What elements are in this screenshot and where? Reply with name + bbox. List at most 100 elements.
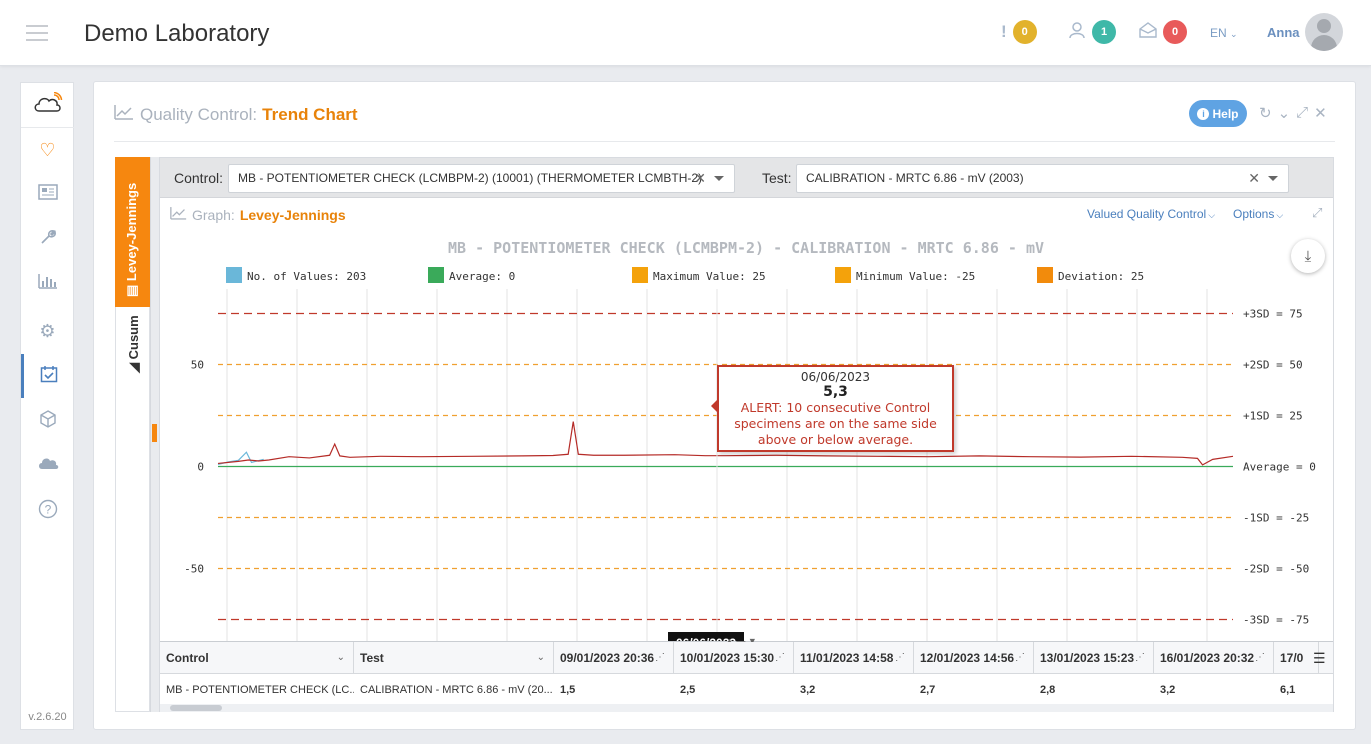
- heart-icon: ♡: [39, 139, 56, 160]
- table-cell: 3,2: [1160, 684, 1176, 696]
- column-header[interactable]: 09/01/2023 20:36 ⋰: [554, 642, 674, 674]
- table-cell: 2,8: [1040, 684, 1056, 696]
- sort-icon[interactable]: ⋰: [895, 642, 905, 674]
- chevron-down-icon: ⌵: [1208, 210, 1216, 220]
- column-header[interactable]: 13/01/2023 15:23 ⋰: [1034, 642, 1154, 674]
- column-header[interactable]: 16/01/2023 20:32 ⋰: [1154, 642, 1274, 674]
- table-cell: 1,5: [560, 684, 576, 696]
- panel-title-prefix: Quality Control:: [140, 104, 258, 124]
- column-header[interactable]: Control ⌄: [160, 642, 354, 674]
- control-select[interactable]: MB - POTENTIOMETER CHECK (LCMBPM-2) (100…: [228, 164, 735, 193]
- column-header[interactable]: Test ⌄: [354, 642, 554, 674]
- reference-label: +1SD = 25: [1243, 409, 1303, 422]
- cube-icon: [39, 409, 57, 433]
- language-selector[interactable]: EN ⌄: [1210, 26, 1238, 40]
- sort-icon[interactable]: ⋰: [1255, 642, 1265, 674]
- table-row[interactable]: MB - POTENTIOMETER CHECK (LC... CALIBRATI…: [160, 675, 1333, 705]
- fullscreen-icon[interactable]: ⤢: [1312, 205, 1322, 221]
- test-select-value: CALIBRATION - MRTC 6.86 - mV (2003): [806, 171, 1024, 185]
- graph-bar: Graph: Levey-Jennings Valued Quality Con…: [160, 199, 1333, 229]
- tooltip-alert: ALERT: 10 consecutive Control specimens …: [734, 400, 937, 447]
- valued-qc-label: Valued Quality Control: [1087, 207, 1207, 221]
- table-cell: 6,1: [1280, 684, 1296, 696]
- options-dropdown[interactable]: Options ⌵: [1233, 207, 1283, 221]
- reference-label: -2SD = -50: [1243, 563, 1309, 576]
- sidebar-item-tools[interactable]: [21, 217, 74, 261]
- grid-menu-icon[interactable]: ☰: [1313, 650, 1326, 667]
- chevron-down-icon: ⌵: [1276, 210, 1284, 220]
- legend-swatch: [428, 267, 444, 283]
- panel-tools: ↻ ⌄ ⤢ ✕: [1259, 104, 1327, 122]
- graph-title: Graph: Levey-Jennings: [170, 206, 346, 223]
- info-icon: i: [1197, 107, 1210, 120]
- chart-icon: ▤: [124, 284, 139, 297]
- tab-levey-jennings[interactable]: ▤ Levey-Jennings: [115, 157, 150, 307]
- test-select[interactable]: CALIBRATION - MRTC 6.86 - mV (2003) ✕: [796, 164, 1289, 193]
- column-header[interactable]: 12/01/2023 14:56 ⋰: [914, 642, 1034, 674]
- caret-down-icon[interactable]: [1268, 176, 1278, 181]
- y-tick-label: 50: [191, 358, 204, 371]
- clear-icon[interactable]: ✕: [694, 165, 706, 192]
- line-chart-icon: [114, 104, 134, 125]
- caret-down-icon[interactable]: [714, 176, 724, 181]
- sidebar-item-help[interactable]: ?: [21, 489, 74, 533]
- sidebar-item-settings[interactable]: ⚙: [21, 309, 74, 353]
- chart-title: MB - POTENTIOMETER CHECK (LCMBPM-2) - CA…: [448, 239, 1044, 257]
- table-cell: 2,5: [680, 684, 696, 696]
- cloud-rss-icon: [33, 91, 63, 119]
- help-label: Help: [1212, 106, 1239, 121]
- sort-icon[interactable]: ⋰: [775, 642, 785, 674]
- reference-label: Average = 0: [1243, 461, 1316, 474]
- sidebar-item-favorites[interactable]: ♡: [21, 128, 74, 172]
- graph-title-main: Levey-Jennings: [239, 206, 346, 223]
- table-cell: 3,2: [800, 684, 816, 696]
- sidebar-item-cloud[interactable]: [21, 443, 74, 487]
- column-header[interactable]: 10/01/2023 15:30 ⋰: [674, 642, 794, 674]
- exclamation-icon: !: [1001, 22, 1007, 41]
- chevron-down-icon[interactable]: ⌄: [537, 642, 545, 674]
- left-sidebar: ♡ ⚙ ? v.2.6.20: [20, 82, 74, 730]
- bar-chart-icon: [37, 273, 58, 294]
- sidebar-item-inventory[interactable]: [21, 399, 74, 443]
- sort-icon[interactable]: ⋰: [1135, 642, 1145, 674]
- reference-label: -3SD = -75: [1243, 614, 1309, 627]
- user-icon: [1068, 21, 1086, 44]
- avatar[interactable]: [1305, 13, 1343, 51]
- clear-icon[interactable]: ✕: [1248, 165, 1260, 192]
- chevron-down-icon[interactable]: ⌄: [1278, 104, 1291, 122]
- user-name[interactable]: Anna: [1267, 25, 1300, 40]
- sidebar-item-home[interactable]: [21, 83, 74, 128]
- legend-label: No. of Values: 203: [247, 270, 366, 283]
- legend-label: Maximum Value: 25: [653, 270, 766, 283]
- messages-button[interactable]: 0: [1139, 20, 1187, 44]
- alerts-button[interactable]: ! 0: [1001, 20, 1037, 44]
- valued-qc-dropdown[interactable]: Valued Quality Control ⌵: [1087, 207, 1215, 221]
- column-header[interactable]: 11/01/2023 14:58 ⋰: [794, 642, 914, 674]
- sidebar-item-news[interactable]: [21, 172, 74, 216]
- grid-header: Control ⌄ Test ⌄ 09/01/2023 20:36 ⋰ 10/01/2023…: [160, 642, 1333, 674]
- panel-splitter[interactable]: [150, 157, 159, 712]
- sort-icon[interactable]: ⋰: [655, 642, 665, 674]
- expand-icon[interactable]: ⤢: [1296, 104, 1308, 122]
- users-button[interactable]: 1: [1068, 20, 1116, 44]
- tab-cusum-label: ◢ Cusum: [126, 315, 141, 373]
- chevron-down-icon: ⌄: [1230, 29, 1238, 39]
- close-icon[interactable]: ✕: [1314, 104, 1327, 122]
- sort-icon[interactable]: ⋰: [1015, 642, 1025, 674]
- horizontal-scrollbar[interactable]: [160, 704, 1333, 712]
- sidebar-item-quality-control[interactable]: [21, 354, 74, 398]
- refresh-icon[interactable]: ↻: [1259, 104, 1272, 122]
- chevron-down-icon[interactable]: ⌄: [337, 642, 345, 674]
- hamburger-menu-icon[interactable]: [26, 25, 48, 41]
- gear-icon: ⚙: [39, 320, 56, 341]
- help-button[interactable]: i Help: [1189, 100, 1247, 127]
- tab-cusum[interactable]: ◢ Cusum: [115, 307, 150, 712]
- sidebar-item-statistics[interactable]: [21, 261, 74, 305]
- reference-label: -1SD = -25: [1243, 512, 1309, 525]
- reference-label: +3SD = 75: [1243, 307, 1303, 320]
- options-label: Options: [1233, 207, 1275, 221]
- test-label: Test:: [762, 170, 792, 186]
- download-icon[interactable]: ⤓: [1291, 239, 1325, 273]
- language-label: EN: [1210, 26, 1227, 40]
- calendar-check-icon: [40, 365, 58, 388]
